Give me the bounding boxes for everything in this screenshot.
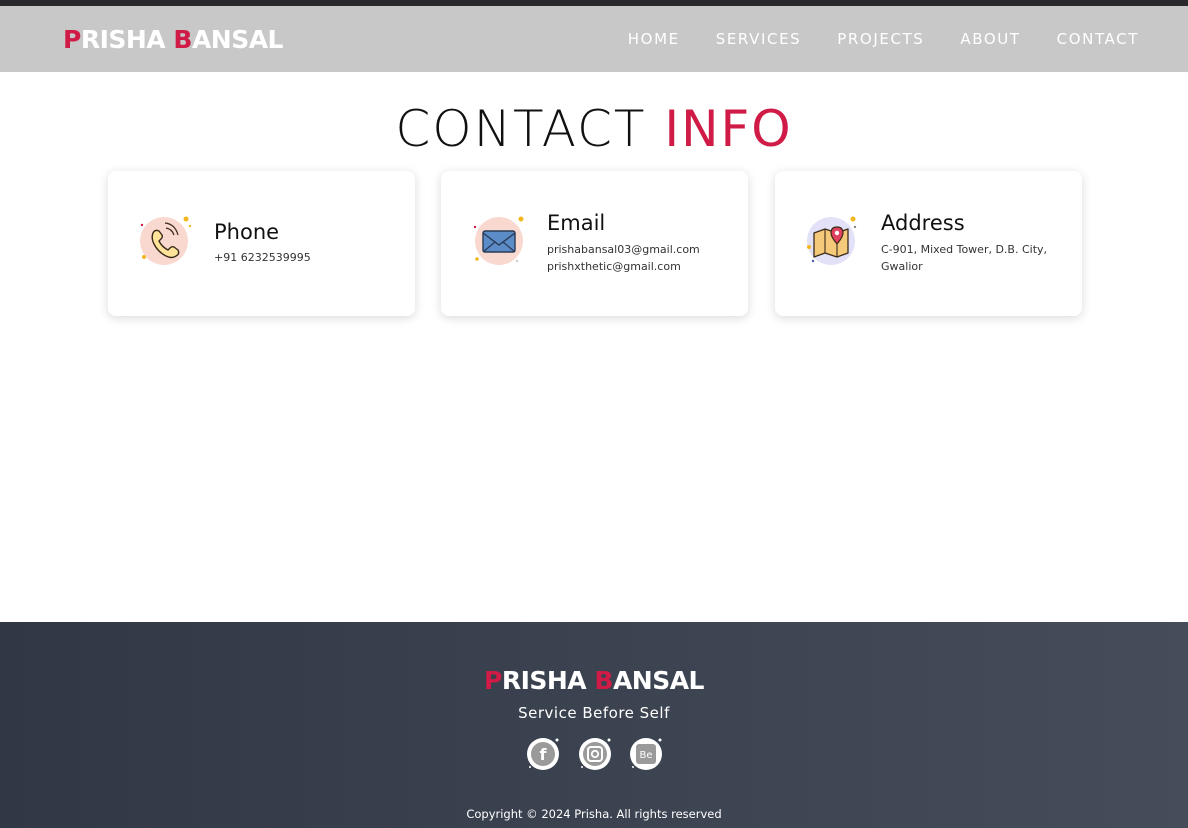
nav-about[interactable]: ABOUT [960,30,1020,48]
logo-text-first: RISHA [80,25,174,54]
email-title: Email [547,211,606,235]
footer-logo-initial-first: P [484,666,502,695]
footer-tagline: Service Before Self [518,704,670,722]
svg-text:f: f [540,745,548,764]
email-primary[interactable]: prishabansal03@gmail.com [547,241,700,258]
address-title: Address [881,211,965,235]
facebook-icon[interactable]: f [526,736,562,772]
mail-icon [471,213,527,269]
footer-logo-text-last: ANSAL [612,666,705,695]
logo-initial-last: B [173,25,192,54]
phone-number[interactable]: +91 6232539995 [214,249,311,266]
nav-contact[interactable]: CONTACT [1057,30,1139,48]
contact-card-address: Address C-901, Mixed Tower, D.B. City, G… [775,171,1082,316]
logo-text-last: ANSAL [191,25,284,54]
behance-icon[interactable]: Be [629,736,665,772]
social-links: f Be [526,736,666,772]
footer-logo-initial-last: B [594,666,613,695]
nav-services[interactable]: SERVICES [716,30,802,48]
site-footer: PRISHA BANSAL Service Before Self f Be C… [0,622,1188,828]
nav-projects[interactable]: PROJECTS [837,30,924,48]
email-secondary[interactable]: prishxthetic@gmail.com [547,258,700,275]
email-list: prishabansal03@gmail.com prishxthetic@gm… [547,241,700,275]
nav-home[interactable]: HOME [628,30,680,48]
map-pin-icon [805,213,861,269]
section-title-main: CONTACT [395,100,665,158]
instagram-icon[interactable] [578,736,614,772]
svg-text:Be: Be [639,750,652,761]
footer-logo-text-first: RISHA [501,666,595,695]
navbar: PRISHA BANSAL HOME SERVICES PROJECTS ABO… [0,6,1188,72]
contact-card-phone: Phone +91 6232539995 [108,171,415,316]
address-text: C-901, Mixed Tower, D.B. City, Gwalior [881,241,1047,275]
phone-icon [138,213,194,269]
phone-title: Phone [214,220,280,244]
contact-card-email: Email prishabansal03@gmail.com prishxthe… [441,171,748,316]
main-nav: HOME SERVICES PROJECTS ABOUT CONTACT [628,6,1139,72]
address-line-2: Gwalior [881,260,923,273]
copyright-text: Copyright © 2024 Prisha. All rights rese… [466,807,722,821]
logo-initial-first: P [63,25,81,54]
section-title-accent: INFO [664,100,793,158]
footer-logo[interactable]: PRISHA BANSAL [0,666,1188,695]
address-line-1: C-901, Mixed Tower, D.B. City, [881,243,1048,256]
section-title: CONTACT INFO [0,100,1188,158]
site-logo[interactable]: PRISHA BANSAL [63,25,284,54]
